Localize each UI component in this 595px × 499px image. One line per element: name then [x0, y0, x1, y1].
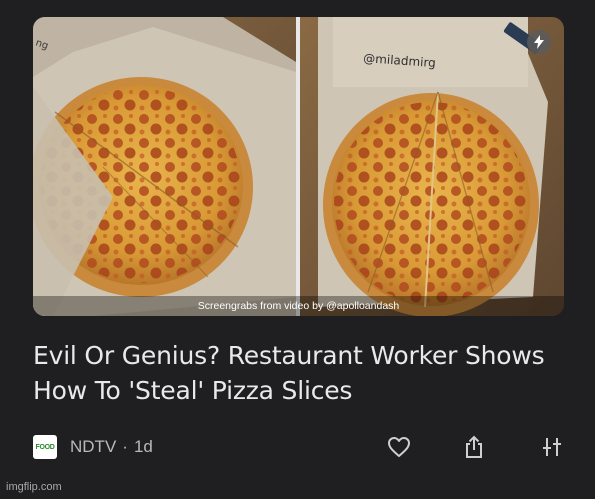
- publish-age: 1d: [133, 437, 153, 456]
- like-button[interactable]: [384, 432, 414, 462]
- source-logo: FOOD: [33, 435, 57, 459]
- sort-options-button[interactable]: [537, 432, 567, 462]
- heart-icon: [388, 437, 410, 457]
- lightning-bolt-icon: [527, 30, 551, 54]
- share-button[interactable]: [459, 432, 489, 462]
- source-row[interactable]: FOOD NDTV · 1d: [33, 434, 293, 460]
- pizza-photo: ng @miladmirg: [33, 17, 564, 316]
- source-separator: ·: [122, 437, 128, 456]
- share-icon: [466, 435, 482, 458]
- headline-line-1: Evil Or Genius? Restaurant Worker Shows: [33, 341, 545, 370]
- image-caption: Screengrabs from video by @apolloandash: [197, 300, 400, 312]
- article-image[interactable]: ng @miladmirg: [33, 17, 564, 316]
- source-name: NDTV: [70, 437, 117, 456]
- news-card[interactable]: ng @miladmirg Screengrabs from video by …: [0, 0, 595, 499]
- watermark: imgflip.com: [6, 481, 62, 493]
- source-logo-text: FOOD: [35, 443, 55, 451]
- headline-line-2: How To 'Steal' Pizza Slices: [33, 376, 353, 405]
- article-headline[interactable]: Evil Or Genius? Restaurant Worker Shows …: [33, 338, 573, 408]
- sort-options-icon: [543, 438, 561, 456]
